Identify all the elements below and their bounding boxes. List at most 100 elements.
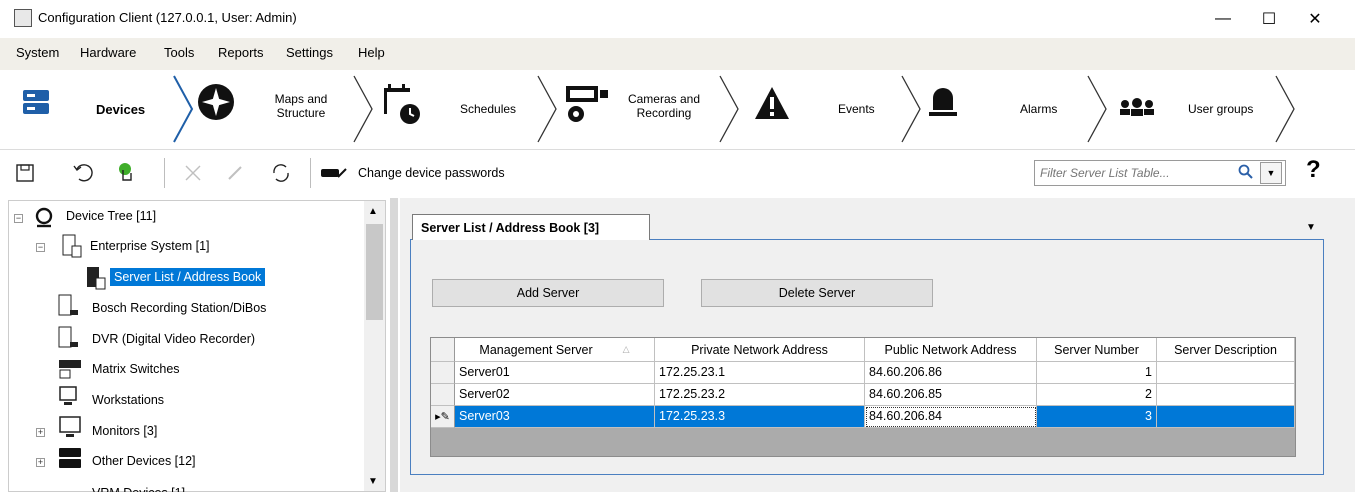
close-button[interactable]: ✕ xyxy=(1292,0,1338,38)
collapse-icon[interactable]: − xyxy=(36,243,45,252)
filter-dropdown-button[interactable]: ▼ xyxy=(1260,162,1282,184)
chevron-right-icon xyxy=(719,75,739,143)
expand-icon[interactable]: + xyxy=(36,428,45,437)
row-header[interactable] xyxy=(431,362,455,384)
other-devices-icon xyxy=(59,448,81,468)
menu-reports[interactable]: Reports xyxy=(218,45,264,60)
table-cell[interactable]: Server02 xyxy=(455,384,655,406)
matrix-switch-icon xyxy=(59,360,81,379)
tree-item-root[interactable]: Device Tree [11] xyxy=(66,209,156,223)
search-icon[interactable] xyxy=(1238,164,1254,183)
chevron-right-icon xyxy=(353,75,373,143)
tree-item-server-list[interactable]: Server List / Address Book xyxy=(110,268,266,286)
tree-item-monitors[interactable]: Monitors [3] xyxy=(92,424,157,438)
minimize-button[interactable]: — xyxy=(1200,0,1246,38)
nav-devices-label: Devices xyxy=(96,102,146,117)
tree-item-workstations[interactable]: Workstations xyxy=(92,393,164,407)
menu-tools[interactable]: Tools xyxy=(164,45,194,60)
row-header[interactable] xyxy=(431,384,455,406)
table-cell[interactable] xyxy=(1157,406,1295,428)
tab-menu-icon[interactable]: ▼ xyxy=(1306,222,1316,233)
expand-icon[interactable]: + xyxy=(36,458,45,467)
column-header-management-server[interactable]: Management Server △ xyxy=(455,338,655,362)
table-cell[interactable]: 1 xyxy=(1037,362,1157,384)
nav-schedules[interactable]: Schedules xyxy=(380,74,540,144)
table-cell[interactable] xyxy=(1157,362,1295,384)
column-header-public-address[interactable]: Public Network Address xyxy=(865,338,1037,362)
nav-alarms[interactable]: Alarms xyxy=(924,74,1094,144)
tree-scrollbar-thumb[interactable] xyxy=(366,224,383,320)
nav-user-groups-label: User groups xyxy=(1188,102,1254,116)
delete-button[interactable] xyxy=(180,160,206,186)
undo-icon xyxy=(73,164,93,182)
save-icon xyxy=(16,164,34,182)
column-header-private-address[interactable]: Private Network Address xyxy=(655,338,865,362)
activate-button[interactable] xyxy=(114,160,140,186)
tree-item-bosch[interactable]: Bosch Recording Station/DiBos xyxy=(92,301,266,315)
table-cell[interactable]: Server01 xyxy=(455,362,655,384)
calendar-clock-icon xyxy=(384,84,420,124)
window-title: Configuration Client (127.0.0.1, User: A… xyxy=(38,10,297,25)
add-server-button[interactable]: Add Server xyxy=(432,279,664,307)
table-cell[interactable]: 84.60.206.85 xyxy=(865,384,1037,406)
nav-maps[interactable]: Maps and Structure xyxy=(196,74,356,144)
tree-item-enterprise[interactable]: Enterprise System [1] xyxy=(90,239,210,253)
table-cell-focused[interactable]: 84.60.206.84 xyxy=(865,406,1037,428)
chevron-down-icon: ▼ xyxy=(1266,168,1276,178)
alarm-light-icon xyxy=(929,88,957,116)
edit-row-pencil-icon: ▸✎ xyxy=(435,411,450,423)
table-cell[interactable]: 172.25.23.1 xyxy=(655,362,865,384)
hand-pointer-icon xyxy=(119,163,132,181)
column-header-server-number[interactable]: Server Number xyxy=(1037,338,1157,362)
users-icon xyxy=(1120,98,1154,116)
devices-icon xyxy=(23,90,49,114)
device-tree-icon xyxy=(35,207,53,228)
table-cell[interactable] xyxy=(1157,384,1295,406)
scroll-down-icon[interactable]: ▼ xyxy=(368,476,378,487)
monitor-icon xyxy=(59,416,81,437)
row-header[interactable]: ▸✎ xyxy=(431,406,455,428)
table-cell[interactable]: 172.25.23.2 xyxy=(655,384,865,406)
maximize-button[interactable]: ☐ xyxy=(1246,0,1292,38)
menu-help[interactable]: Help xyxy=(358,45,385,60)
server-list-icon xyxy=(87,267,106,290)
pane-splitter[interactable] xyxy=(390,198,398,492)
nav-events[interactable]: Events xyxy=(744,74,914,144)
save-button[interactable] xyxy=(12,160,38,186)
table-cell[interactable]: Server03 xyxy=(455,406,655,428)
sort-asc-icon: △ xyxy=(622,344,630,354)
table-cell[interactable]: 3 xyxy=(1037,406,1157,428)
nav-devices[interactable]: Devices xyxy=(6,74,176,144)
menu-hardware[interactable]: Hardware xyxy=(80,45,136,60)
filter-input[interactable] xyxy=(1040,166,1220,180)
edit-button[interactable] xyxy=(222,160,248,186)
tree-item-vrm[interactable]: VRM Devices [1] xyxy=(92,484,185,492)
tree-item-other[interactable]: Other Devices [12] xyxy=(92,454,196,468)
column-header-server-description[interactable]: Server Description xyxy=(1157,338,1295,362)
recording-station-icon xyxy=(58,294,78,316)
tree-item-matrix[interactable]: Matrix Switches xyxy=(92,362,180,376)
toolbar-separator xyxy=(164,158,165,188)
help-button[interactable]: ? xyxy=(1306,156,1321,184)
scroll-up-icon[interactable]: ▲ xyxy=(368,206,378,217)
table-cell[interactable]: 172.25.23.3 xyxy=(655,406,865,428)
change-passwords-label: Change device passwords xyxy=(358,166,505,180)
change-passwords-button[interactable]: Change device passwords xyxy=(320,160,570,186)
nav-user-groups[interactable]: User groups xyxy=(1112,74,1292,144)
tab-server-list[interactable]: Server List / Address Book [3] xyxy=(412,214,650,240)
refresh-icon xyxy=(273,164,289,182)
nav-cameras[interactable]: Cameras and Recording xyxy=(562,74,742,144)
refresh-button[interactable] xyxy=(268,160,294,186)
collapse-icon[interactable]: − xyxy=(14,214,23,223)
delete-server-button[interactable]: Delete Server xyxy=(701,279,933,307)
tree-item-dvr[interactable]: DVR (Digital Video Recorder) xyxy=(92,332,255,346)
menu-system[interactable]: System xyxy=(16,45,59,60)
camera-gear-icon xyxy=(566,86,608,122)
menu-settings[interactable]: Settings xyxy=(286,45,333,60)
undo-button[interactable] xyxy=(70,160,96,186)
select-all-icon[interactable] xyxy=(431,338,455,362)
table-cell[interactable]: 84.60.206.86 xyxy=(865,362,1037,384)
nav-cameras-label: Cameras and Recording xyxy=(627,92,701,120)
compass-icon xyxy=(198,84,234,120)
table-cell[interactable]: 2 xyxy=(1037,384,1157,406)
